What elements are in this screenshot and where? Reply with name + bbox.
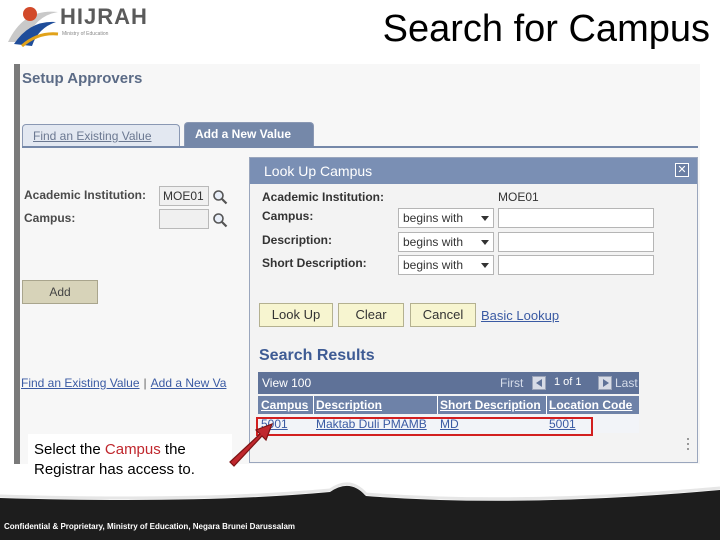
tab-underline	[22, 146, 698, 148]
result-row-highlight-box	[256, 417, 593, 436]
logo-subtitle: Ministry of Education	[62, 31, 109, 37]
callout-arrow-icon	[229, 422, 274, 467]
campus-lookup-magnifier-icon[interactable]	[212, 212, 228, 228]
campus-label: Campus:	[24, 211, 76, 225]
description-operator-select[interactable]: begins with	[398, 232, 494, 252]
short-description-operator-value: begins with	[403, 258, 464, 272]
tab-find-existing-value[interactable]: Find an Existing Value	[22, 124, 180, 146]
clear-button[interactable]: Clear	[338, 303, 404, 327]
short-description-search-input[interactable]	[498, 255, 654, 275]
cancel-button[interactable]: Cancel	[410, 303, 476, 327]
column-divider	[437, 396, 438, 414]
lookup-academic-institution-label: Academic Institution:	[262, 190, 385, 204]
search-results-title: Search Results	[259, 347, 375, 364]
dialog-titlebar: Look Up Campus ✕	[250, 158, 697, 184]
tab-add-new-value[interactable]: Add a New Value	[184, 122, 314, 146]
find-existing-value-link[interactable]: Find an Existing Value	[21, 376, 140, 390]
basic-lookup-link[interactable]: Basic Lookup	[481, 308, 559, 323]
callout-highlight: Campus	[104, 441, 161, 458]
row-count: 1 of 1	[554, 376, 582, 388]
footer-confidential-text: Confidential & Proprietary, Ministry of …	[4, 522, 296, 531]
chevron-down-icon	[481, 240, 489, 245]
page-title: Setup Approvers	[22, 70, 143, 87]
column-divider	[546, 396, 547, 414]
results-grid-navigation: View 100 First 1 of 1 Last	[258, 372, 639, 394]
chevron-down-icon	[481, 263, 489, 268]
previous-arrow-icon[interactable]	[532, 376, 546, 390]
description-search-input[interactable]	[498, 232, 654, 252]
next-arrow-icon[interactable]	[598, 376, 612, 390]
campus-operator-select[interactable]: begins with	[398, 208, 494, 228]
campus-operator-value: begins with	[403, 211, 464, 225]
logo-text: HIJRAH	[60, 4, 148, 29]
view-100-link[interactable]: View 100	[262, 376, 311, 390]
lookup-description-label: Description:	[262, 233, 333, 247]
chevron-down-icon	[481, 216, 489, 221]
campus-field[interactable]	[159, 209, 209, 229]
look-up-button[interactable]: Look Up	[259, 303, 333, 327]
column-header-short-description[interactable]: Short Description	[440, 398, 541, 412]
lookup-academic-institution-value: MOE01	[498, 190, 539, 204]
lookup-short-description-label: Short Description:	[262, 256, 367, 270]
academic-institution-field[interactable]: MOE01	[159, 186, 209, 206]
last-link[interactable]: Last	[615, 376, 638, 390]
column-header-description[interactable]: Description	[316, 398, 382, 412]
slide-header: HIJRAH Ministry of Education Search for …	[0, 0, 720, 62]
column-divider	[313, 396, 314, 414]
short-description-operator-select[interactable]: begins with	[398, 255, 494, 275]
lookup-campus-label: Campus:	[262, 209, 314, 223]
dialog-title: Look Up Campus	[264, 163, 373, 179]
add-button[interactable]: Add	[22, 280, 98, 304]
first-link[interactable]: First	[500, 376, 523, 390]
resize-grip-icon[interactable]	[686, 438, 692, 454]
add-new-value-link[interactable]: Add a New Va	[151, 376, 227, 390]
column-header-location-code[interactable]: Location Code	[549, 398, 632, 412]
lookup-magnifier-icon[interactable]	[212, 189, 228, 205]
close-icon[interactable]: ✕	[675, 163, 689, 177]
academic-institution-label: Academic Institution:	[24, 188, 147, 202]
results-grid-header: Campus Description Short Description Loc…	[258, 396, 639, 414]
slide-title: Search for Campus	[382, 8, 710, 50]
campus-search-input[interactable]	[498, 208, 654, 228]
callout-text-before: Select the	[34, 441, 105, 458]
bottom-links: Find an Existing Value | Add a New Va	[21, 376, 226, 390]
column-header-campus[interactable]: Campus	[261, 398, 308, 412]
description-operator-value: begins with	[403, 235, 464, 249]
link-separator: |	[143, 376, 147, 390]
